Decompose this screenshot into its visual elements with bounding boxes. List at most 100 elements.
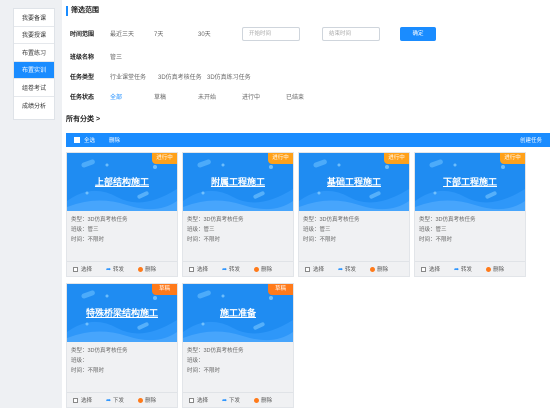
card-banner[interactable]: 下部工程施工 进行中 bbox=[415, 153, 525, 211]
card-banner[interactable]: 基础工程施工 进行中 bbox=[299, 153, 409, 211]
delete-action[interactable]: 删除 bbox=[486, 265, 504, 273]
delete-action[interactable]: 删除 bbox=[254, 265, 272, 273]
delete-action[interactable]: 删除 bbox=[254, 396, 272, 404]
filter-row-type: 任务类型 行业课堂任务 3D仿真考核任务 3D仿真练习任务 bbox=[70, 72, 251, 81]
end-date-input[interactable]: 结束时间 bbox=[322, 27, 380, 41]
card-actions: 选择 ➦ 转发 删除 bbox=[299, 261, 409, 276]
card-time: 时间：不限时 bbox=[71, 237, 105, 243]
filter-option-not-started[interactable]: 未开始 bbox=[198, 92, 242, 101]
delete-label: 删除 bbox=[377, 267, 389, 273]
sidebar-item-teach[interactable]: 我要授课 bbox=[14, 27, 54, 44]
card-info: 类型：3D仿真考核任务 班级： 时间：不限时 bbox=[187, 346, 244, 376]
card-title[interactable]: 上部结构施工 bbox=[67, 175, 177, 188]
share-label: 下发 bbox=[113, 398, 125, 404]
delete-icon bbox=[370, 266, 376, 272]
select-label: 选择 bbox=[81, 398, 93, 404]
share-icon: ➦ bbox=[222, 266, 228, 273]
select-all-label[interactable]: 全选 bbox=[84, 136, 95, 144]
card-title[interactable]: 附属工程施工 bbox=[183, 175, 293, 188]
delete-icon bbox=[486, 266, 492, 272]
card-class: 班级：管三 bbox=[303, 227, 331, 233]
card-title[interactable]: 施工准备 bbox=[183, 306, 293, 319]
share-label: 转发 bbox=[461, 267, 473, 273]
select-action[interactable]: 选择 bbox=[189, 265, 208, 273]
share-action[interactable]: ➦ 转发 bbox=[454, 265, 473, 274]
task-card[interactable]: 下部工程施工 进行中 类型：3D仿真考核任务 班级：管三 时间：不限时 选择 ➦… bbox=[414, 152, 526, 277]
card-info: 类型：3D仿真考核任务 班级：管三 时间：不限时 bbox=[187, 215, 244, 245]
checkbox-icon[interactable] bbox=[189, 266, 194, 272]
delete-icon bbox=[254, 266, 260, 272]
filter-label-type: 任务类型 bbox=[70, 75, 95, 81]
card-banner[interactable]: 附属工程施工 进行中 bbox=[183, 153, 293, 211]
task-card[interactable]: 特殊桥梁结构施工 草稿 类型：3D仿真考核任务 班级： 时间：不限时 选择 ➦ 下… bbox=[66, 283, 178, 408]
card-info: 类型：3D仿真考核任务 班级：管三 时间：不限时 bbox=[419, 215, 476, 245]
task-card[interactable]: 基础工程施工 进行中 类型：3D仿真考核任务 班级：管三 时间：不限时 选择 ➦… bbox=[298, 152, 410, 277]
delete-action[interactable]: 删除 bbox=[138, 396, 156, 404]
checkbox-icon[interactable] bbox=[305, 266, 310, 272]
sidebar-item-exam[interactable]: 组卷考试 bbox=[14, 79, 54, 97]
card-banner[interactable]: 特殊桥梁结构施工 草稿 bbox=[67, 284, 177, 342]
sidebar-nav: 我要备课 我要授课 布置练习 布置实训 组卷考试 成绩分析 bbox=[13, 8, 55, 120]
select-action[interactable]: 选择 bbox=[73, 396, 92, 404]
delete-button[interactable]: 删除 bbox=[109, 136, 120, 144]
task-card[interactable]: 附属工程施工 进行中 类型：3D仿真考核任务 班级：管三 时间：不限时 选择 ➦… bbox=[182, 152, 294, 277]
share-action[interactable]: ➦ 转发 bbox=[222, 265, 240, 274]
share-action[interactable]: ➦ 转发 bbox=[106, 265, 124, 274]
share-action[interactable]: ➦ 转发 bbox=[338, 265, 356, 274]
filter-option-industry[interactable]: 行业课堂任务 bbox=[110, 72, 158, 81]
filter-option-30days[interactable]: 30天 bbox=[198, 29, 242, 38]
status-badge: 草稿 bbox=[152, 284, 177, 295]
filter-option-3d-practice[interactable]: 3D仿真练习任务 bbox=[207, 72, 251, 81]
checkbox-icon[interactable] bbox=[73, 266, 78, 272]
create-task-button[interactable]: 创建任务 bbox=[520, 136, 542, 144]
share-label: 下发 bbox=[229, 398, 241, 404]
filter-option-all[interactable]: 全部 bbox=[110, 92, 154, 101]
filter-option-class[interactable]: 管三 bbox=[110, 52, 122, 61]
select-label: 选择 bbox=[197, 267, 209, 273]
card-banner[interactable]: 施工准备 草稿 bbox=[183, 284, 293, 342]
card-title[interactable]: 下部工程施工 bbox=[415, 175, 525, 188]
card-type: 类型：3D仿真考核任务 bbox=[419, 217, 476, 223]
card-time: 时间：不限时 bbox=[187, 368, 221, 374]
select-action[interactable]: 选择 bbox=[305, 265, 324, 273]
start-date-input[interactable]: 开始时间 bbox=[242, 27, 300, 41]
task-card[interactable]: 施工准备 草稿 类型：3D仿真考核任务 班级： 时间：不限时 选择 ➦ 下发 删除 bbox=[182, 283, 294, 408]
sidebar-item-prepare[interactable]: 我要备课 bbox=[14, 9, 54, 27]
card-title[interactable]: 基础工程施工 bbox=[299, 175, 409, 188]
sidebar-item-analysis[interactable]: 成绩分析 bbox=[14, 97, 54, 115]
checkbox-icon[interactable] bbox=[421, 266, 426, 272]
confirm-button[interactable]: 确定 bbox=[400, 27, 436, 41]
filter-label-class: 班级名称 bbox=[70, 55, 95, 61]
card-actions: 选择 ➦ 转发 删除 bbox=[67, 261, 177, 276]
card-class: 班级：管三 bbox=[187, 227, 215, 233]
filter-option-draft[interactable]: 草稿 bbox=[154, 92, 198, 101]
filter-option-7days[interactable]: 7天 bbox=[154, 29, 198, 38]
card-class: 班级： bbox=[71, 358, 88, 364]
card-banner[interactable]: 上部结构施工 进行中 bbox=[67, 153, 177, 211]
card-title[interactable]: 特殊桥梁结构施工 bbox=[67, 306, 177, 319]
share-action[interactable]: ➦ 下发 bbox=[106, 396, 125, 405]
delete-action[interactable]: 删除 bbox=[138, 265, 156, 273]
task-card[interactable]: 上部结构施工 进行中 类型：3D仿真考核任务 班级：管三 时间：不限时 选择 ➦… bbox=[66, 152, 178, 277]
select-all-checkbox[interactable] bbox=[74, 137, 80, 143]
delete-label: 删除 bbox=[261, 398, 273, 404]
filter-option-3d-exam[interactable]: 3D仿真考核任务 bbox=[158, 72, 207, 81]
card-type: 类型：3D仿真考核任务 bbox=[187, 348, 244, 354]
sidebar-item-exercise[interactable]: 布置练习 bbox=[14, 44, 54, 62]
filter-row-status: 任务状态 全部 草稿 未开始 进行中 已结束 bbox=[70, 92, 304, 101]
filter-option-in-progress[interactable]: 进行中 bbox=[242, 92, 286, 101]
share-icon: ➦ bbox=[338, 266, 344, 273]
delete-label: 删除 bbox=[145, 398, 157, 404]
delete-action[interactable]: 删除 bbox=[370, 265, 388, 273]
filter-option-3days[interactable]: 最近三天 bbox=[110, 29, 154, 38]
sidebar-item-training[interactable]: 布置实训 bbox=[14, 61, 54, 79]
classification-breadcrumb[interactable]: 所有分类 > bbox=[66, 114, 100, 124]
checkbox-icon[interactable] bbox=[73, 397, 78, 403]
select-action[interactable]: 选择 bbox=[73, 265, 92, 273]
share-action[interactable]: ➦ 下发 bbox=[222, 396, 241, 405]
select-action[interactable]: 选择 bbox=[189, 396, 208, 404]
checkbox-icon[interactable] bbox=[189, 397, 194, 403]
status-badge: 进行中 bbox=[152, 153, 177, 164]
filter-option-ended[interactable]: 已结束 bbox=[286, 92, 304, 101]
select-action[interactable]: 选择 bbox=[421, 265, 440, 273]
